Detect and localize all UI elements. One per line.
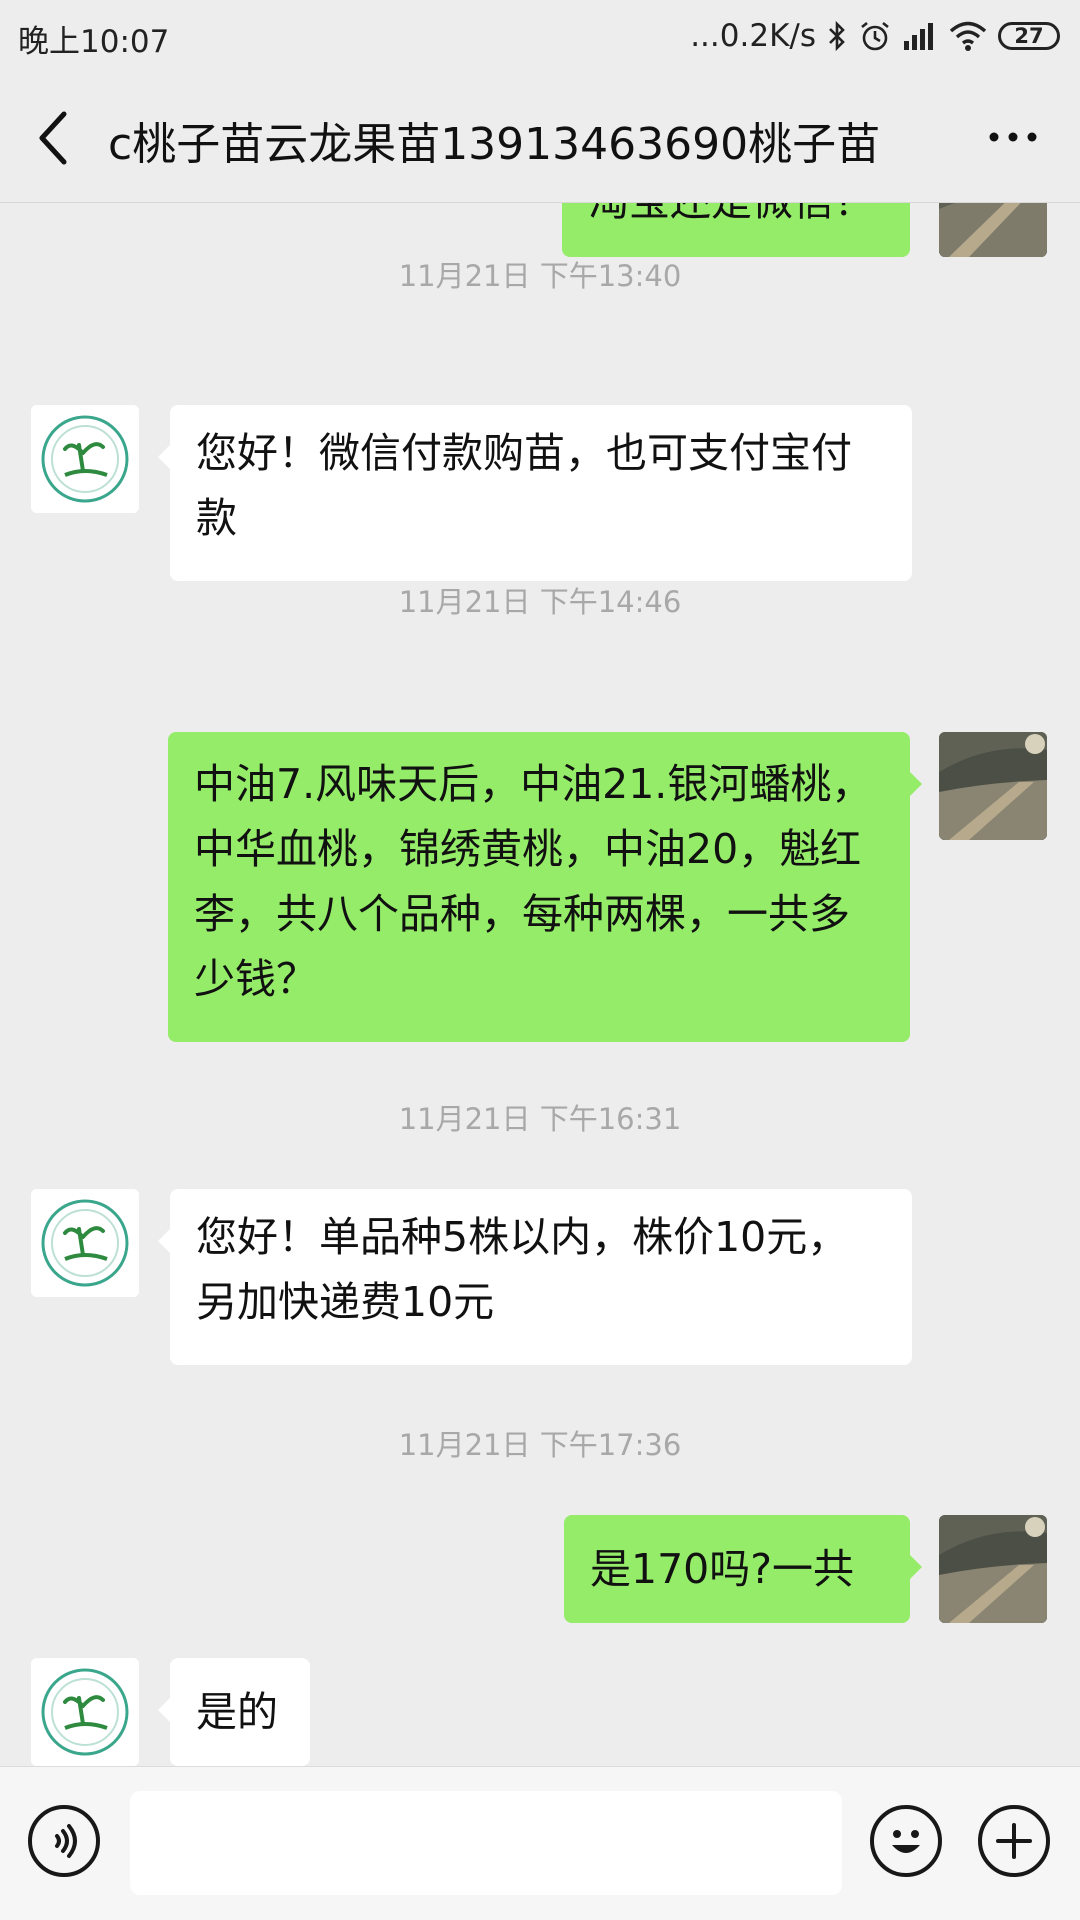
my-avatar[interactable] xyxy=(939,732,1047,840)
sent-message-bubble[interactable]: 是170吗?一共 xyxy=(564,1515,922,1623)
bluetooth-icon xyxy=(829,20,845,52)
message-text: 淘宝还是微信？ xyxy=(588,203,875,234)
my-avatar[interactable] xyxy=(939,203,1047,257)
received-message-bubble[interactable]: 是的 xyxy=(158,1658,310,1766)
input-bar xyxy=(0,1766,1080,1920)
sent-message-bubble[interactable]: 中油7.风味天后，中油21.银河蟠桃，中华血桃，锦绣黄桃，中油20，魁红李，共八… xyxy=(168,732,922,1042)
contact-avatar[interactable] xyxy=(31,1658,139,1766)
status-icons: ...0.2K/s 27 xyxy=(690,14,1060,58)
message-text: 您好！单品种5株以内，株价10元，另加快递费10元 xyxy=(196,1213,849,1326)
contact-avatar[interactable] xyxy=(31,1189,139,1297)
sent-message-bubble[interactable]: 淘宝还是微信？ xyxy=(562,203,910,257)
received-message-bubble[interactable]: 您好！微信付款购苗，也可支付宝付款 xyxy=(158,405,912,581)
landscape-photo-icon xyxy=(939,732,1047,840)
message-timestamp: 11月21日 下午14:46 xyxy=(398,585,682,619)
message-text: 是170吗?一共 xyxy=(590,1545,855,1593)
voice-button[interactable] xyxy=(28,1805,100,1877)
chat-screen: 晚上10:07 ...0.2K/s 27 c桃子苗云龙果苗13913463690… xyxy=(0,0,1080,1920)
emoji-button[interactable] xyxy=(870,1805,942,1877)
message-input[interactable] xyxy=(130,1791,842,1895)
network-speed: ...0.2K/s xyxy=(690,18,816,54)
received-message-bubble[interactable]: 您好！单品种5株以内，株价10元，另加快递费10元 xyxy=(158,1189,912,1365)
message-text: 中油7.风味天后，中油21.银河蟠桃，中华血桃，锦绣黄桃，中油20，魁红李，共八… xyxy=(194,760,873,1003)
message-timestamp: 11月21日 下午16:31 xyxy=(398,1102,682,1136)
more-options-button[interactable] xyxy=(978,1805,1050,1877)
chevron-left-icon[interactable] xyxy=(30,108,74,168)
plus-icon xyxy=(996,1823,1032,1859)
status-time: 晚上10:07 xyxy=(18,24,170,60)
battery-icon: 27 xyxy=(998,22,1060,50)
landscape-photo-icon xyxy=(939,1515,1047,1623)
chat-title: c桃子苗云龙果苗13913463690桃子苗 xyxy=(108,119,881,170)
emoji-icon xyxy=(892,1830,920,1853)
company-logo-icon xyxy=(31,405,139,513)
status-bar: 晚上10:07 ...0.2K/s 27 xyxy=(0,0,1080,72)
chat-header: c桃子苗云龙果苗13913463690桃子苗 xyxy=(0,72,1080,203)
voice-icon xyxy=(55,1824,77,1858)
message-timestamp: 11月21日 下午13:40 xyxy=(398,259,682,293)
signal-icon xyxy=(904,23,933,50)
alarm-icon xyxy=(861,21,889,51)
contact-avatar[interactable] xyxy=(31,405,139,513)
wifi-icon xyxy=(949,21,987,51)
company-logo-icon xyxy=(31,1189,139,1297)
message-timestamp: 11月21日 下午17:36 xyxy=(398,1428,682,1462)
company-logo-icon xyxy=(31,1658,139,1766)
more-dots-icon[interactable] xyxy=(986,122,1040,152)
message-text: 是的 xyxy=(196,1688,278,1736)
message-text: 您好！微信付款购苗，也可支付宝付款 xyxy=(196,429,852,542)
my-avatar[interactable] xyxy=(939,1515,1047,1623)
landscape-photo-icon xyxy=(939,203,1047,257)
message-list[interactable]: 淘宝还是微信？ 11月21日 下午13:40 您好！微信付款购苗，也可支付宝付款 xyxy=(0,203,1080,1766)
battery-level: 27 xyxy=(1014,24,1044,48)
